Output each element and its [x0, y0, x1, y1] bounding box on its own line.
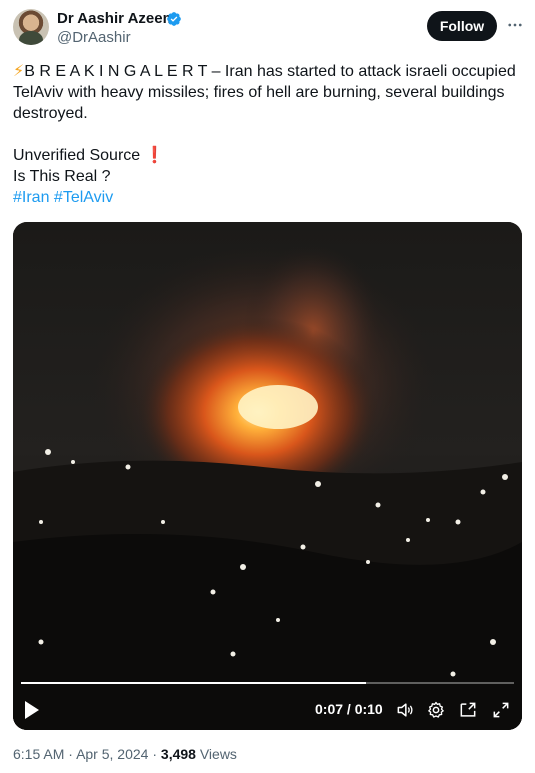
views-label: Views [199, 746, 237, 762]
exclamation-icon: ❗ [144, 147, 165, 164]
meta-separator-2: · [152, 746, 158, 762]
tweet-line-1: B R E A K I N G A L E R T – Iran has sta… [13, 63, 516, 122]
more-options-icon[interactable] [506, 16, 524, 34]
tweet-meta: 6:15 AM · Apr 5, 2024 · 3,498 Views [13, 746, 237, 762]
author-avatar[interactable] [13, 9, 49, 45]
meta-separator-1: · [68, 746, 73, 762]
video-time: 0:07 / 0:10 [315, 701, 383, 717]
author-name[interactable]: Dr Aashir Azeem [57, 10, 176, 27]
tweet-time[interactable]: 6:15 AM [13, 746, 64, 762]
tweet-line-2: Unverified Source [13, 147, 141, 164]
verified-badge-icon [167, 12, 181, 26]
hashtag-iran[interactable]: #Iran [13, 189, 49, 206]
video-player[interactable]: 0:07 / 0:10 [13, 222, 522, 730]
play-icon[interactable] [23, 700, 41, 720]
lightning-icon: ⚡ [13, 63, 25, 80]
video-controls: 0:07 / 0:10 [13, 222, 522, 730]
tweet-headline: ⚡B R E A K I N G A L E R T – Iran has st… [13, 61, 518, 124]
tweet-line-2-wrap: Unverified Source ❗ [13, 145, 518, 166]
fullscreen-icon[interactable] [491, 700, 511, 720]
picture-in-picture-icon[interactable] [458, 700, 478, 720]
tweet-date[interactable]: Apr 5, 2024 [76, 746, 148, 762]
views-count: 3,498 [160, 746, 196, 762]
hashtags: #Iran #TelAviv [13, 187, 518, 208]
volume-icon[interactable] [395, 700, 415, 720]
follow-button[interactable]: Follow [427, 11, 497, 41]
settings-gear-icon[interactable] [426, 700, 446, 720]
author-handle[interactable]: @DrAashir [57, 29, 131, 46]
tweet-text: ⚡B R E A K I N G A L E R T – Iran has st… [13, 61, 518, 208]
tweet-line-3: Is This Real ? [13, 168, 111, 185]
video-progress-bar[interactable] [21, 682, 514, 684]
video-progress-fill [21, 682, 367, 684]
hashtag-telaviv[interactable]: #TelAviv [54, 189, 113, 206]
